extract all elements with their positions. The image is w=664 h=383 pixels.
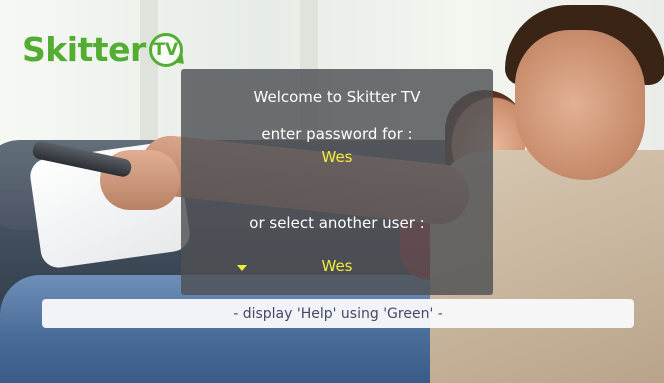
welcome-title: Welcome to Skitter TV <box>253 88 421 106</box>
password-prompt: enter password for : <box>261 125 413 143</box>
user-selector[interactable]: Wes <box>181 257 493 279</box>
background-man <box>515 30 645 180</box>
logo-badge-text: TV <box>153 39 179 60</box>
skitter-tv-logo: Skitter TV <box>22 30 183 69</box>
logo-brand-text: Skitter <box>22 30 146 69</box>
tv-screen: Skitter TV Welcome to Skitter TV enter p… <box>0 0 664 383</box>
help-hint-text: - display 'Help' using 'Green' - <box>233 305 443 322</box>
tv-badge-icon: TV <box>148 32 183 67</box>
help-bar: - display 'Help' using 'Green' - <box>42 299 634 328</box>
password-user-name[interactable]: Wes <box>181 148 493 166</box>
selected-user[interactable]: Wes <box>181 257 493 275</box>
select-user-prompt: or select another user : <box>249 214 425 232</box>
login-dialog: Welcome to Skitter TV enter password for… <box>181 69 493 295</box>
